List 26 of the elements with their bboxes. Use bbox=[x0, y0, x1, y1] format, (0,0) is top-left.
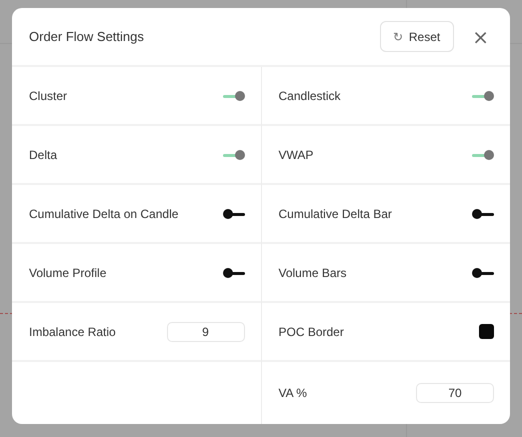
setting-label: Cluster bbox=[29, 88, 68, 102]
close-button[interactable]: × bbox=[468, 26, 493, 46]
setting-label: Volume Profile bbox=[29, 266, 106, 280]
toggle-switch[interactable] bbox=[222, 208, 244, 220]
setting-label: Imbalance Ratio bbox=[29, 324, 116, 338]
setting-label: Cumulative Delta on Candle bbox=[29, 206, 178, 220]
refresh-icon: ↻ bbox=[392, 30, 403, 44]
reset-button[interactable]: ↻ Reset bbox=[380, 21, 454, 52]
setting-label: POC Border bbox=[278, 324, 344, 338]
setting-label: Candlestick bbox=[278, 88, 341, 102]
setting-label: Volume Bars bbox=[278, 266, 347, 280]
setting-label: VWAP bbox=[278, 148, 314, 162]
dialog-title: Order Flow Settings bbox=[29, 29, 145, 44]
setting-label: VA % bbox=[278, 386, 307, 400]
number-field[interactable]: 9 bbox=[166, 322, 244, 342]
toggle-switch[interactable] bbox=[472, 266, 494, 278]
toggle-switch[interactable] bbox=[222, 90, 244, 102]
number-field[interactable]: 70 bbox=[416, 383, 494, 403]
toggle-switch[interactable] bbox=[472, 208, 494, 220]
setting-label: Cumulative Delta Bar bbox=[278, 206, 392, 220]
setting-label: Delta bbox=[29, 148, 58, 162]
toggle-switch[interactable] bbox=[472, 90, 494, 102]
toggle-switch[interactable] bbox=[222, 266, 244, 278]
color-swatch[interactable] bbox=[479, 324, 494, 339]
toggle-switch[interactable] bbox=[222, 148, 244, 160]
toggle-switch[interactable] bbox=[472, 148, 494, 160]
